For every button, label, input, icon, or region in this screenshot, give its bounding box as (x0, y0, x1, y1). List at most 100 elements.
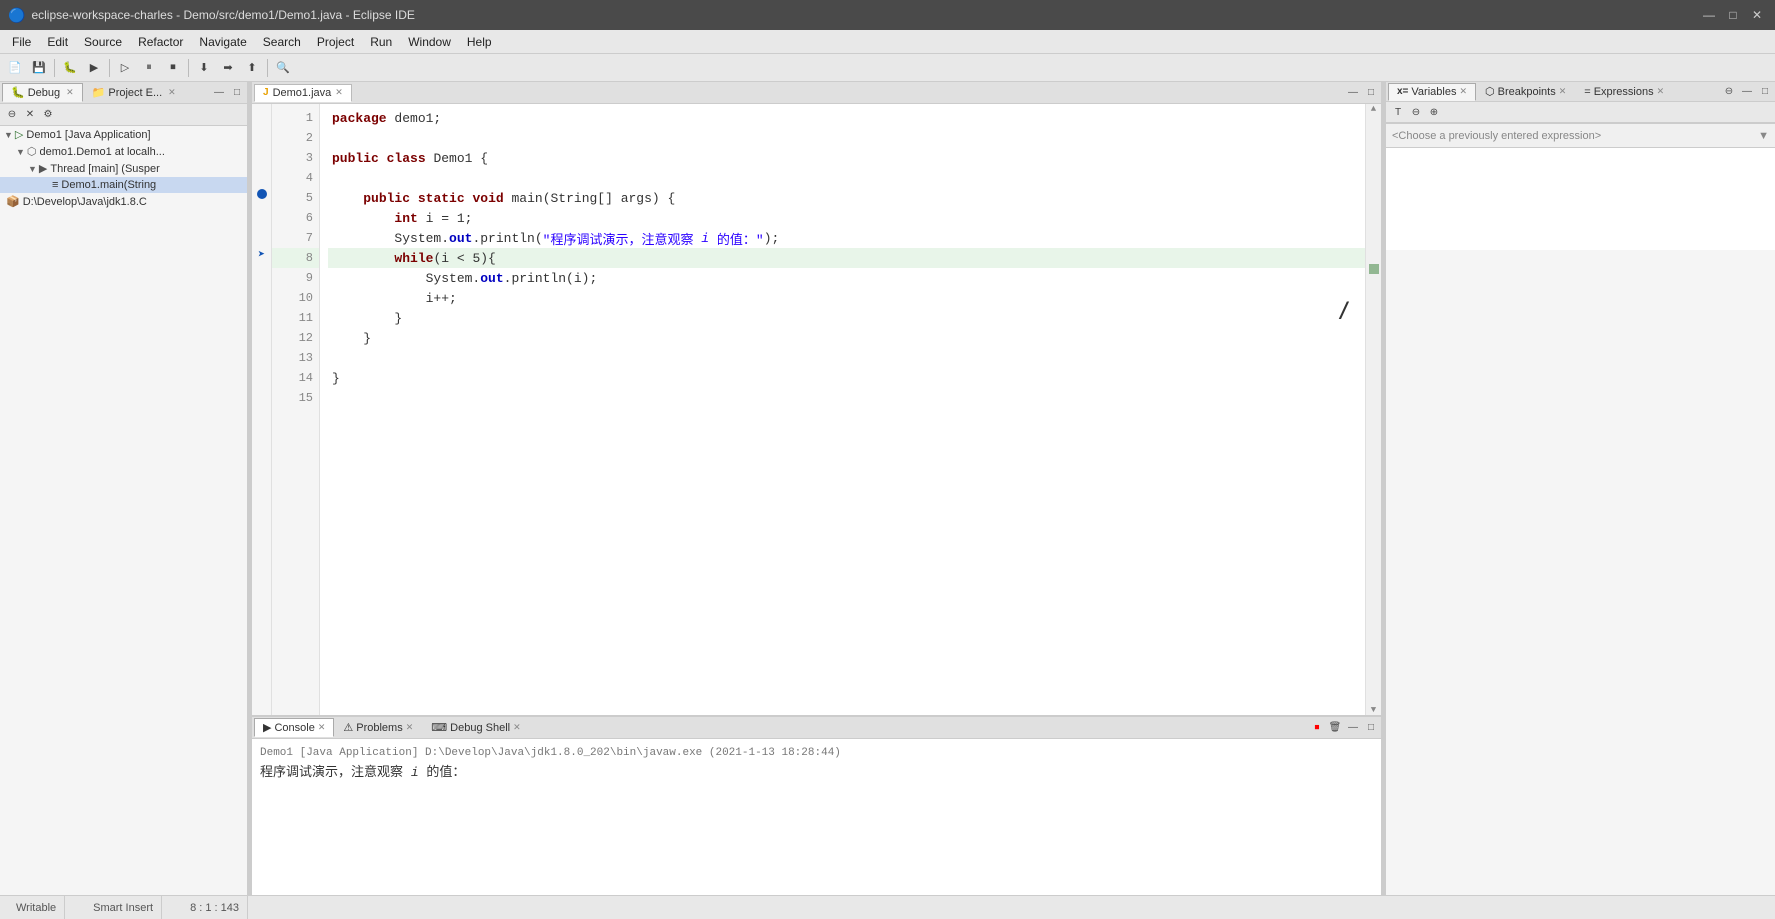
tree-item-frame[interactable]: ≡ Demo1.main(String (0, 177, 247, 193)
vars-collapse-btn[interactable]: ⊖ (1721, 84, 1737, 100)
class-tree-icon: ⬡ (27, 145, 37, 158)
close-button[interactable]: ✕ (1747, 5, 1767, 25)
debug-shell-close[interactable]: ✕ (513, 722, 521, 733)
toolbar-separator-3 (188, 59, 189, 77)
ln-9: 9 (272, 268, 319, 288)
tab-debug-shell[interactable]: ⌨ Debug Shell ✕ (422, 718, 529, 737)
tb-stop[interactable]: ⏹ (162, 57, 184, 79)
cursor-shape: 𝐼 (1338, 300, 1345, 327)
collapse-vars-btn[interactable]: ⊖ (1408, 104, 1424, 120)
menu-navigate[interactable]: Navigate (191, 33, 254, 51)
tab-breakpoints[interactable]: ⬡ Breakpoints ✕ (1476, 82, 1575, 101)
scroll-down-arrow[interactable]: ▼ (1366, 705, 1381, 715)
tree-app-label: Demo1 [Java Application] (26, 129, 150, 141)
annot-13 (252, 344, 271, 364)
execution-arrow: ➤ (258, 247, 265, 262)
tab-problems[interactable]: ⚠ Problems ✕ (334, 718, 422, 737)
tree-item-class[interactable]: ▼ ⬡ demo1.Demo1 at localh... (0, 143, 247, 160)
tree-item-thread[interactable]: ▼ ▶ Thread [main] (Susper (0, 160, 247, 177)
console-tabs: ▶ Console ✕ ⚠ Problems ✕ ⌨ Debug Shell ✕… (252, 717, 1381, 739)
minimize-left-btn[interactable]: — (211, 85, 227, 101)
collapse-all-btn[interactable]: ⊖ (4, 107, 20, 123)
maximize-editor-btn[interactable]: □ (1363, 85, 1379, 101)
expressions-icon: = (1584, 86, 1590, 98)
menu-edit[interactable]: Edit (39, 33, 76, 51)
breakpoints-close[interactable]: ✕ (1559, 86, 1567, 97)
editor-area[interactable]: ➤ 1 2 3 4 5 6 7 8 9 10 11 (252, 104, 1381, 715)
debug-tree: ▼ ▷ Demo1 [Java Application] ▼ ⬡ demo1.D… (0, 126, 247, 895)
tb-new[interactable]: 📄 (4, 57, 26, 79)
tree-item-app[interactable]: ▼ ▷ Demo1 [Java Application] (0, 126, 247, 143)
annot-5 (252, 184, 271, 204)
expressions-close[interactable]: ✕ (1657, 86, 1665, 97)
tb-resume[interactable]: ▷ (114, 57, 136, 79)
clear-console-btn[interactable]: 🗑 (1327, 720, 1343, 736)
terminate-btn[interactable]: ⏹ (1309, 720, 1325, 736)
variables-close[interactable]: ✕ (1459, 86, 1467, 97)
minimize-editor-btn[interactable]: — (1345, 85, 1361, 101)
expression-placeholder: <Choose a previously entered expression> (1392, 130, 1601, 142)
tab-expressions[interactable]: = Expressions ✕ (1575, 83, 1673, 101)
problems-tab-close[interactable]: ✕ (406, 722, 414, 733)
tb-stepover[interactable]: ➡ (217, 57, 239, 79)
menu-project[interactable]: Project (309, 33, 362, 51)
right-panel-tabs: x= Variables ✕ ⬡ Breakpoints ✕ = Express… (1386, 82, 1775, 102)
properties-btn[interactable]: ⚙ (40, 107, 56, 123)
toolbar-separator-2 (109, 59, 110, 77)
menu-file[interactable]: File (4, 33, 39, 51)
expression-input[interactable]: <Choose a previously entered expression>… (1386, 124, 1775, 148)
tb-stepinto[interactable]: ⬇ (193, 57, 215, 79)
tb-suspend[interactable]: ⏸ (138, 57, 160, 79)
menu-search[interactable]: Search (255, 33, 309, 51)
console-tab-close[interactable]: ✕ (318, 722, 326, 733)
kw-package: package (332, 111, 387, 126)
breakpoint-5[interactable] (257, 189, 267, 199)
expression-dropdown-arrow[interactable]: ▼ (1758, 130, 1769, 142)
maximize-console-btn[interactable]: □ (1363, 720, 1379, 736)
tab-variables[interactable]: x= Variables ✕ (1388, 83, 1476, 101)
debug-close[interactable]: ✕ (66, 87, 74, 98)
tb-debug[interactable]: 🐛 (59, 57, 81, 79)
maximize-right-btn[interactable]: □ (1757, 84, 1773, 100)
tab-console[interactable]: ▶ Console ✕ (254, 718, 334, 737)
maximize-button[interactable]: □ (1723, 5, 1743, 25)
disconnect-btn[interactable]: ✕ (22, 107, 38, 123)
code-line-4 (328, 168, 1365, 188)
minimize-right-btn[interactable]: — (1739, 84, 1755, 100)
menu-window[interactable]: Window (400, 33, 459, 51)
menu-run[interactable]: Run (362, 33, 400, 51)
minimize-console-btn[interactable]: — (1345, 720, 1361, 736)
code-line-11: } (328, 308, 1365, 328)
scroll-up-arrow[interactable]: ▲ (1366, 104, 1381, 114)
editor-tab-close[interactable]: ✕ (335, 87, 343, 98)
expand-arrow-thread[interactable]: ▼ (28, 164, 37, 174)
expressions-content (1386, 148, 1775, 250)
annot-8: ➤ (252, 244, 271, 264)
java-file-icon: J (263, 87, 269, 98)
minimize-button[interactable]: — (1699, 5, 1719, 25)
expand-vars-btn[interactable]: ⊕ (1426, 104, 1442, 120)
tb-search[interactable]: 🔍 (272, 57, 294, 79)
tb-stepreturn[interactable]: ⬆ (241, 57, 263, 79)
editor-tab-demo1[interactable]: J Demo1.java ✕ (254, 84, 352, 102)
maximize-left-btn[interactable]: □ (229, 85, 245, 101)
code-line-13 (328, 348, 1365, 368)
variables-tab-label: Variables (1411, 86, 1456, 98)
annotation-column: ➤ (252, 104, 272, 715)
window-controls: — □ ✕ (1699, 5, 1767, 25)
project-close[interactable]: ✕ (168, 87, 176, 98)
tb-run[interactable]: ▶ (83, 57, 105, 79)
menu-source[interactable]: Source (76, 33, 130, 51)
menu-refactor[interactable]: Refactor (130, 33, 191, 51)
project-tab-label: Project E... (108, 87, 162, 99)
menu-help[interactable]: Help (459, 33, 500, 51)
expand-arrow-class[interactable]: ▼ (16, 147, 25, 157)
tab-project-explorer[interactable]: 📁 Project E... ✕ (83, 83, 185, 102)
code-editor[interactable]: package demo1; public class Demo1 { publ… (320, 104, 1365, 715)
code-line-6: int i = 1; (328, 208, 1365, 228)
tb-save[interactable]: 💾 (28, 57, 50, 79)
tab-debug[interactable]: 🐛 Debug ✕ (2, 83, 83, 102)
tree-item-jdk[interactable]: 📦 D:\Develop\Java\jdk1.8.C (0, 193, 247, 210)
expand-arrow-app[interactable]: ▼ (4, 130, 13, 140)
show-type-btn[interactable]: T (1390, 104, 1406, 120)
